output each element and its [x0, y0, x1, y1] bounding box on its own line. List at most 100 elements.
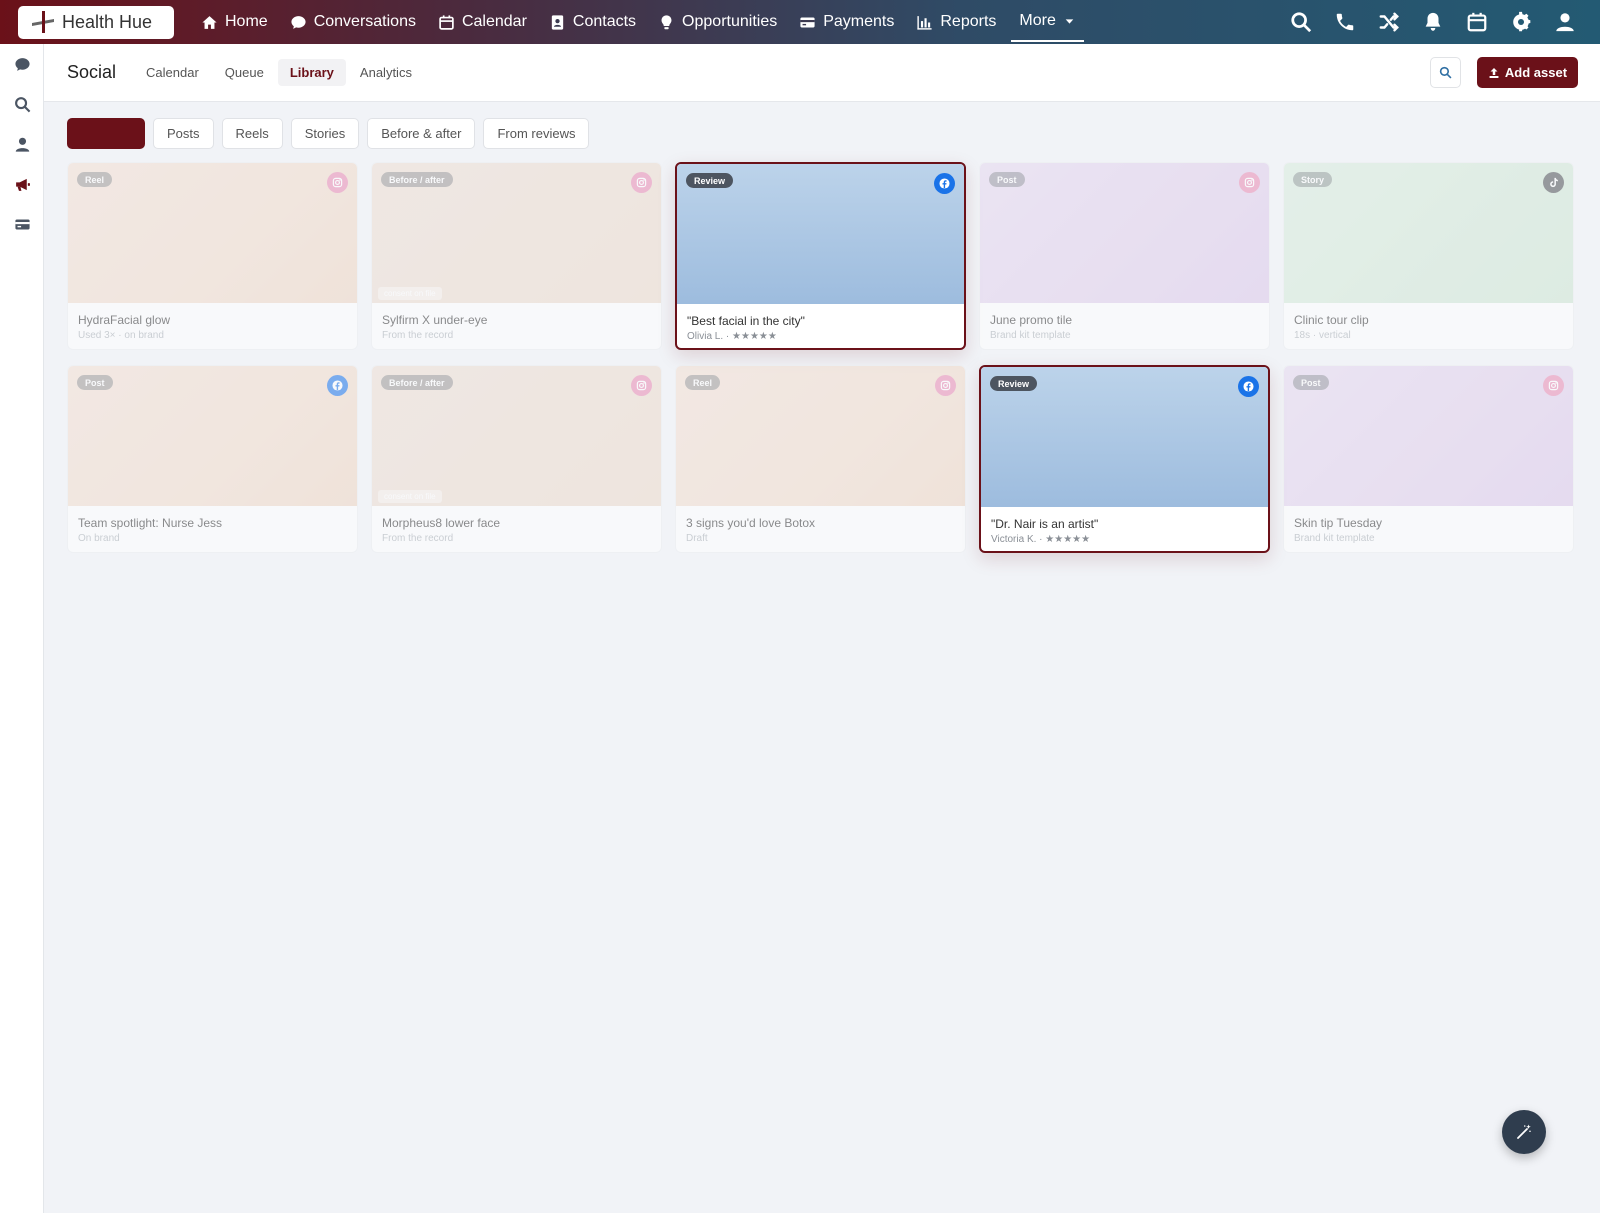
- filter-chip-before-after[interactable]: Before & after: [367, 118, 476, 149]
- asset-title: "Best facial in the city": [687, 314, 805, 328]
- asset-type-badge: Post: [989, 172, 1025, 187]
- filter-chip-from-reviews[interactable]: From reviews: [483, 118, 590, 149]
- asset-title: Morpheus8 lower face: [382, 516, 501, 530]
- search-icon[interactable]: [1290, 11, 1312, 33]
- asset-type-badge: Before / after: [381, 375, 453, 390]
- calendar-icon[interactable]: [1466, 11, 1488, 33]
- asset-type-badge: Reel: [685, 375, 721, 390]
- filter-chip-reels[interactable]: Reels: [221, 118, 283, 149]
- asset-thumbnail: Reel: [68, 163, 357, 303]
- brand-logo[interactable]: Health Hue: [18, 5, 174, 39]
- instagram-icon: [631, 172, 652, 193]
- nav-item-label: More: [1019, 12, 1056, 29]
- asset-thumbnail: Story: [1284, 163, 1573, 303]
- asset-title: June promo tile: [990, 313, 1073, 327]
- sidebar: [0, 44, 44, 1213]
- tab-calendar[interactable]: Calendar: [134, 59, 211, 86]
- nav-item-label: Opportunities: [682, 13, 778, 30]
- asset-meta: On brand: [78, 533, 120, 544]
- asset-thumbnail: Post: [1284, 366, 1573, 506]
- facebook-icon: [327, 375, 348, 396]
- asset-card[interactable]: Post June promo tile Brand kit template: [979, 162, 1270, 350]
- instagram-icon: [935, 375, 956, 396]
- instagram-icon: [631, 375, 652, 396]
- asset-meta: Victoria K. · ★★★★★: [991, 534, 1091, 545]
- nav-item-payments[interactable]: Payments: [788, 0, 905, 44]
- asset-meta: Brand kit template: [1294, 533, 1375, 544]
- asset-type-badge: Review: [990, 376, 1038, 391]
- bell-icon[interactable]: [1422, 11, 1444, 33]
- filter-chip-posts[interactable]: Posts: [153, 118, 214, 149]
- nav-item-label: Home: [225, 13, 268, 30]
- nav-item-reports[interactable]: Reports: [905, 0, 1007, 44]
- nav-item-label: Contacts: [572, 13, 637, 30]
- magic-wand-icon: [1517, 1124, 1531, 1139]
- nav-item-home[interactable]: Home: [190, 0, 279, 44]
- logo-mark-icon: [32, 11, 54, 33]
- asset-card[interactable]: Post Team spotlight: Nurse Jess On brand: [67, 365, 358, 553]
- sidebar-user-button[interactable]: [0, 124, 44, 164]
- nav-item-conversations[interactable]: Conversations: [279, 0, 427, 44]
- brand-name: Health Hue: [62, 11, 153, 32]
- chat-icon: [290, 14, 307, 31]
- shuffle-icon[interactable]: [1378, 11, 1400, 33]
- tab-queue[interactable]: Queue: [213, 59, 276, 86]
- nav-item-calendar[interactable]: Calendar: [427, 0, 538, 44]
- filter-chip-stories[interactable]: Stories: [290, 118, 360, 149]
- phone-icon[interactable]: [1334, 11, 1356, 33]
- sidebar-megaphone-button[interactable]: [0, 164, 44, 204]
- tab-analytics[interactable]: Analytics: [348, 59, 424, 86]
- subheader-tabs: Calendar Queue Library Analytics: [134, 59, 426, 86]
- filter-chips: Posts Reels Stories Before & after From revi…: [67, 118, 590, 149]
- asset-thumbnail: Review: [981, 367, 1268, 507]
- add-asset-button[interactable]: Add asset: [1477, 57, 1578, 88]
- user-icon: [14, 136, 31, 153]
- instagram-icon: [1239, 172, 1260, 193]
- asset-card[interactable]: Reel 3 signs you'd love Botox Draft: [675, 365, 966, 553]
- nav-utility-icons: [1290, 11, 1576, 33]
- sidebar-credit-card-button[interactable]: [0, 204, 44, 244]
- asset-type-badge: Post: [1293, 375, 1329, 390]
- nav-item-opportunities[interactable]: Opportunities: [647, 0, 788, 44]
- consent-badge: consent on file: [378, 287, 442, 300]
- asset-title: Clinic tour clip: [1294, 313, 1369, 327]
- page-title: Social: [67, 62, 117, 82]
- asset-card[interactable]: Review "Best facial in the city" Olivia L.…: [675, 162, 966, 350]
- asset-thumbnail: Reel: [676, 366, 965, 506]
- bar-chart-icon: [916, 14, 933, 31]
- asset-card[interactable]: Before / after consent on file Morpheus8 l…: [371, 365, 662, 553]
- sidebar-search-button[interactable]: [0, 84, 44, 124]
- gear-icon[interactable]: [1510, 11, 1532, 33]
- asset-meta: Brand kit template: [990, 330, 1071, 341]
- asset-type-badge: Post: [77, 375, 113, 390]
- asset-thumbnail: Post: [68, 366, 357, 506]
- nav-item-label: Payments: [823, 13, 895, 30]
- subheader: Social Calendar Queue Library Analytics Add…: [44, 44, 1600, 102]
- sidebar-chat-button[interactable]: [0, 44, 44, 84]
- asset-type-badge: Story: [1293, 172, 1333, 187]
- asset-title: Team spotlight: Nurse Jess: [78, 516, 223, 530]
- lightbulb-icon: [658, 14, 675, 31]
- asset-meta: From the record: [382, 533, 454, 544]
- asset-card[interactable]: Before / after consent on file Sylfirm X u…: [371, 162, 662, 350]
- magic-wand-button[interactable]: [1502, 1110, 1546, 1154]
- nav-item-contacts[interactable]: Contacts: [538, 0, 647, 44]
- asset-card[interactable]: Story Clinic tour clip 18s · vertical: [1283, 162, 1574, 350]
- credit-card-icon: [799, 14, 816, 31]
- nav-item-label: Conversations: [313, 13, 416, 30]
- tab-library[interactable]: Library: [277, 59, 346, 86]
- asset-card[interactable]: Post Skin tip Tuesday Brand kit template: [1283, 365, 1574, 553]
- facebook-icon: [934, 173, 955, 194]
- asset-meta: Draft: [686, 533, 708, 544]
- asset-card[interactable]: Review "Dr. Nair is an artist" Victoria K.…: [979, 365, 1270, 553]
- asset-title: Sylfirm X under-eye: [382, 313, 488, 327]
- user-icon[interactable]: [1554, 11, 1576, 33]
- nav-items: Home Conversations Calendar Contacts Opportu…: [190, 0, 1084, 44]
- library-search-button[interactable]: [1430, 57, 1461, 88]
- asset-type-badge: Review: [686, 173, 734, 188]
- chat-icon: [14, 56, 31, 73]
- asset-card[interactable]: Reel HydraFacial glow Used 3× · on brand: [67, 162, 358, 350]
- upload-icon: [1489, 67, 1499, 78]
- filter-chip-all[interactable]: [67, 118, 145, 149]
- nav-item-more[interactable]: More: [1011, 2, 1084, 42]
